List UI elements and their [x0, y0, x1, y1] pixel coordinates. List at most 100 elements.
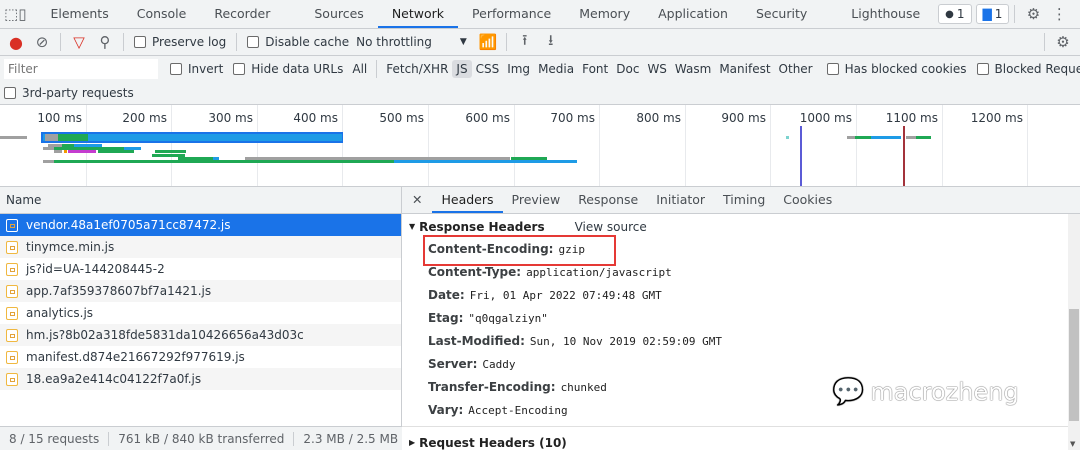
status-item: 8 / 15 requests	[0, 432, 109, 446]
type-filter-all[interactable]: All	[348, 60, 371, 78]
tab-memory[interactable]: Memory	[565, 0, 644, 28]
grid-line	[770, 105, 771, 187]
tab-recorder[interactable]: Recorder	[200, 0, 300, 28]
request-headers-section[interactable]: ▶Request Headers (10)	[402, 426, 1080, 448]
waterfall-segment	[54, 160, 394, 163]
grid-line	[599, 105, 600, 187]
request-name: manifest.d874e21667292f977619.js	[26, 346, 245, 368]
filter-icon[interactable]: ▽	[66, 30, 92, 54]
panel-tabs: ElementsConsoleRecorderSourcesNetworkPer…	[36, 0, 934, 28]
wechat-logo-icon: 💬	[832, 377, 864, 407]
request-row[interactable]: analytics.js	[0, 302, 401, 324]
header-row: Etag:"q0qgalziyn"	[402, 307, 1080, 330]
request-row[interactable]: vendor.48a1ef0705a71cc87472.js	[0, 214, 401, 236]
request-row[interactable]: manifest.d874e21667292f977619.js	[0, 346, 401, 368]
details-scrollbar[interactable]: ▼	[1068, 214, 1080, 450]
waterfall-segment	[871, 136, 901, 139]
request-row[interactable]: js?id=UA-144208445-2	[0, 258, 401, 280]
tab-sources[interactable]: Sources	[300, 0, 377, 28]
request-row[interactable]: 18.ea9a2e414c04122f7a0f.js	[0, 368, 401, 390]
inspect-element-icon[interactable]: ⬚	[4, 2, 18, 26]
scroll-down-icon[interactable]: ▼	[1070, 440, 1075, 448]
disable-cache-checkbox[interactable]: Disable cache	[247, 35, 349, 49]
dom-content-loaded-line	[800, 126, 802, 187]
close-details-icon[interactable]: ✕	[402, 187, 432, 213]
messages-badge[interactable]: ▇1	[976, 4, 1010, 24]
details-tab-timing[interactable]: Timing	[714, 187, 774, 213]
time-tick-label: 200 ms	[122, 111, 171, 125]
clear-icon[interactable]: ⊘	[29, 30, 55, 54]
script-file-icon	[6, 219, 18, 232]
tab-application[interactable]: Application	[644, 0, 742, 28]
waterfall-segment	[98, 150, 134, 153]
waterfall-segment	[0, 136, 27, 139]
hide-data-urls-checkbox[interactable]: Hide data URLs	[233, 62, 343, 76]
divider	[1044, 33, 1045, 51]
header-key: Date:	[428, 288, 465, 302]
header-value: chunked	[561, 381, 607, 394]
type-filter-js[interactable]: JS	[452, 60, 471, 78]
network-conditions-icon[interactable]: 📶	[475, 30, 501, 54]
divider	[60, 33, 61, 51]
tab-console[interactable]: Console	[123, 0, 201, 28]
collapsed-triangle-icon: ▶	[409, 432, 415, 448]
waterfall-segment	[68, 150, 95, 153]
type-filter-doc[interactable]: Doc	[612, 60, 643, 78]
blocked-requests-checkbox[interactable]: Blocked Requests	[977, 62, 1080, 76]
tab-performance[interactable]: Performance	[458, 0, 565, 28]
type-filter-ws[interactable]: WS	[643, 60, 670, 78]
filter-input[interactable]	[4, 59, 158, 79]
search-icon[interactable]: ⚲	[92, 30, 118, 54]
waterfall-segment	[916, 136, 931, 139]
status-item: 761 kB / 840 kB transferred	[109, 432, 294, 446]
header-value: Sun, 10 Nov 2019 02:59:09 GMT	[530, 335, 722, 348]
network-settings-gear-icon[interactable]: ⚙	[1050, 30, 1076, 54]
waterfall-segment	[64, 150, 67, 153]
device-toolbar-icon[interactable]: ▯	[18, 2, 26, 26]
throttling-select[interactable]: No throttling▼	[356, 35, 467, 49]
request-row[interactable]: app.7af359378607bf7a1421.js	[0, 280, 401, 302]
preserve-log-checkbox[interactable]: Preserve log	[134, 35, 226, 49]
details-tab-response[interactable]: Response	[569, 187, 647, 213]
type-filter-img[interactable]: Img	[503, 60, 534, 78]
tab-lighthouse[interactable]: Lighthouse	[837, 0, 934, 28]
import-har-icon[interactable]: ⭱	[512, 30, 538, 54]
errors-badge[interactable]: ●1	[938, 4, 971, 24]
scrollbar-thumb[interactable]	[1069, 309, 1079, 421]
header-key: Etag:	[428, 311, 463, 325]
record-icon[interactable]: ●	[3, 30, 29, 54]
filter-bar: Invert Hide data URLs All Fetch/XHRJSCSSI…	[0, 56, 1080, 105]
time-tick-label: 1100 ms	[886, 111, 942, 125]
details-tab-headers[interactable]: Headers	[432, 187, 502, 213]
time-tick-label: 300 ms	[208, 111, 257, 125]
more-menu-icon[interactable]: ⋮	[1046, 2, 1072, 26]
request-row[interactable]: hm.js?8b02a318fde5831da10426656a43d03c	[0, 324, 401, 346]
checkbox-box	[233, 63, 245, 75]
type-filter-manifest[interactable]: Manifest	[715, 60, 774, 78]
details-tab-initiator[interactable]: Initiator	[647, 187, 714, 213]
network-overview-timeline[interactable]: 100 ms200 ms300 ms400 ms500 ms600 ms700 …	[0, 105, 1080, 187]
invert-checkbox[interactable]: Invert	[170, 62, 223, 76]
details-tabs: ✕ HeadersPreviewResponseInitiatorTimingC…	[402, 187, 1080, 214]
settings-gear-icon[interactable]: ⚙	[1020, 2, 1046, 26]
type-filter-fetch-xhr[interactable]: Fetch/XHR	[382, 60, 452, 78]
has-blocked-cookies-checkbox[interactable]: Has blocked cookies	[827, 62, 967, 76]
time-tick-label: 1000 ms	[800, 111, 856, 125]
type-filter-css[interactable]: CSS	[472, 60, 504, 78]
tab-security[interactable]: Security	[742, 0, 837, 28]
type-filter-other[interactable]: Other	[775, 60, 817, 78]
tab-elements[interactable]: Elements	[36, 0, 122, 28]
type-filter-font[interactable]: Font	[578, 60, 612, 78]
details-tab-cookies[interactable]: Cookies	[774, 187, 841, 213]
type-filter-media[interactable]: Media	[534, 60, 578, 78]
waterfall-segment	[54, 150, 62, 153]
export-har-icon[interactable]: ⭳	[538, 30, 564, 54]
details-tab-preview[interactable]: Preview	[503, 187, 570, 213]
grid-line	[342, 105, 343, 187]
request-row[interactable]: tinymce.min.js	[0, 236, 401, 258]
tab-network[interactable]: Network	[378, 0, 458, 28]
type-filter-wasm[interactable]: Wasm	[671, 60, 715, 78]
name-column-header[interactable]: Name	[0, 187, 401, 214]
close-icon[interactable]: ✕	[1072, 2, 1080, 26]
third-party-requests-checkbox[interactable]: 3rd-party requests	[4, 86, 134, 100]
